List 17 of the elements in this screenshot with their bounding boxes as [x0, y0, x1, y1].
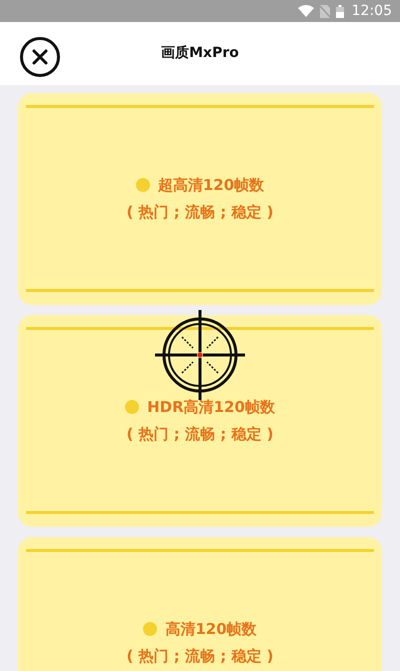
option-title: HDR高清120帧数 — [147, 397, 275, 418]
option-subtitle: ( 热门 ; 流畅 ; 稳定 ) — [126, 202, 274, 222]
option-card[interactable]: HDR高清120帧数 ( 热门 ; 流畅 ; 稳定 ) — [18, 315, 382, 527]
close-icon — [32, 49, 48, 65]
option-subtitle: ( 热门 ; 流畅 ; 稳定 ) — [126, 424, 274, 444]
option-subtitle: ( 热门 ; 流畅 ; 稳定 ) — [126, 646, 274, 666]
no-sim-icon — [320, 4, 330, 18]
option-card[interactable]: 超高清120帧数 ( 热门 ; 流畅 ; 稳定 ) — [18, 93, 382, 305]
status-time: 12:05 — [352, 2, 392, 20]
option-title: 超高清120帧数 — [158, 175, 264, 196]
wifi-icon — [298, 5, 314, 17]
close-button[interactable] — [20, 37, 60, 77]
crosshair-icon — [155, 310, 245, 400]
battery-icon — [336, 4, 344, 18]
option-title: 高清120帧数 — [165, 619, 257, 640]
option-card[interactable]: 高清120帧数 ( 热门 ; 流畅 ; 稳定 ) — [18, 537, 382, 671]
page-title: 画质MxPro — [161, 44, 239, 63]
